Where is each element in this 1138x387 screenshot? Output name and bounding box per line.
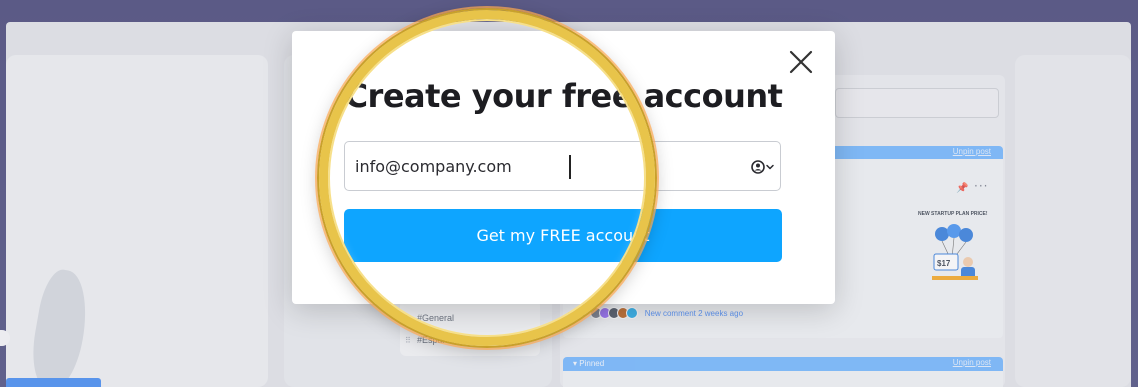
account-circle-icon: [751, 160, 774, 174]
account-picker-button[interactable]: [750, 157, 776, 177]
get-free-account-button[interactable]: Get my FREE account: [344, 209, 782, 262]
close-icon: [789, 50, 813, 74]
text-caret: [569, 155, 571, 179]
close-button[interactable]: [786, 47, 816, 77]
email-input[interactable]: [355, 142, 735, 190]
modal-title: Create your free account: [344, 77, 783, 115]
signup-modal: Create your free account Get my FREE acc…: [292, 31, 835, 304]
email-field[interactable]: [344, 141, 781, 191]
